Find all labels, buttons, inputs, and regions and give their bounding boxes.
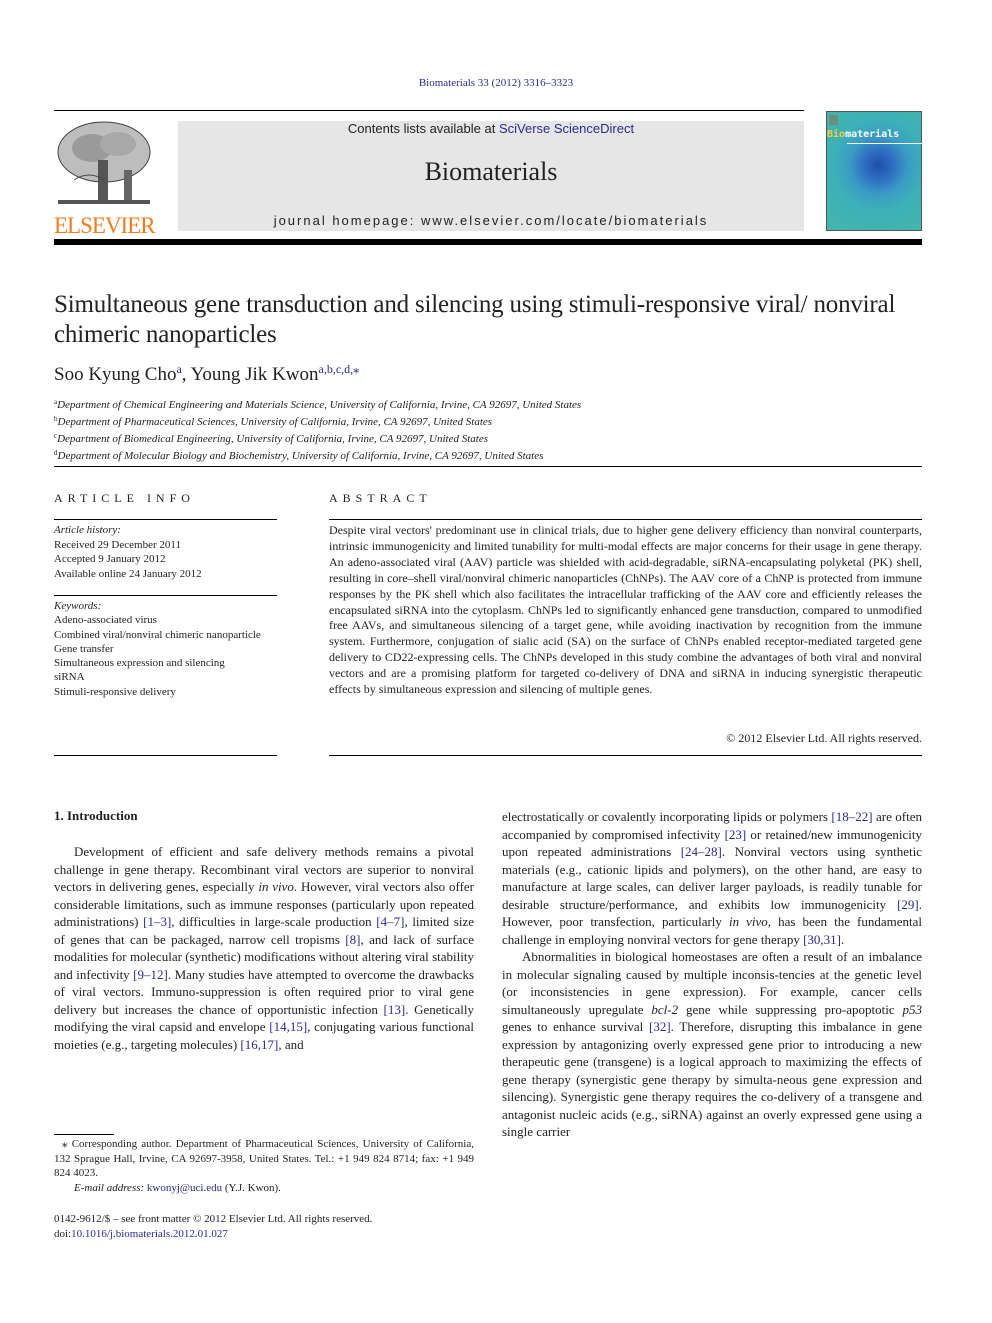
article-history: Article history: Received 29 December 20… — [54, 523, 202, 581]
author-name: Young Jik Kwon — [190, 364, 319, 385]
reference-link[interactable]: [16,17] — [240, 1037, 278, 1052]
journal-citation-link[interactable]: Biomaterials 33 (2012) 3316–3323 — [0, 77, 992, 89]
front-matter: 0142-9612/$ – see front matter © 2012 El… — [54, 1212, 372, 1241]
affiliation: aDepartment of Chemical Engineering and … — [54, 398, 582, 411]
journal-title[interactable]: Biomaterials — [178, 157, 804, 187]
keywords: Keywords: Adeno-associated virus Combine… — [54, 599, 277, 699]
journal-cover-image[interactable]: Biomaterials — [826, 111, 923, 231]
italic-term: in vivo — [258, 879, 294, 894]
journal-banner: Contents lists available at SciVerse Sci… — [178, 121, 804, 231]
history-label: Article history: — [54, 524, 121, 536]
reference-link[interactable]: [13] — [384, 1002, 406, 1017]
abstract-copyright: © 2012 Elsevier Ltd. All rights reserved… — [726, 731, 922, 745]
author-list: Soo Kyung Choa, Young Jik Kwona,b,c,d,⁎ — [54, 362, 360, 385]
history-online: Available online 24 January 2012 — [54, 567, 202, 580]
keyword: Simultaneous expression and silencing — [54, 657, 225, 670]
reference-link[interactable]: [24–28] — [681, 844, 722, 859]
issn-line: 0142-9612/$ – see front matter © 2012 El… — [54, 1213, 373, 1225]
homepage-url-link[interactable]: www.elsevier.com/locate/biomaterials — [421, 213, 708, 228]
reference-link[interactable]: [29] — [897, 897, 919, 912]
cover-publisher-icon — [829, 115, 838, 125]
elsevier-tree-icon — [57, 121, 151, 204]
affiliation-list: aDepartment of Chemical Engineering and … — [54, 395, 581, 463]
body-column-right: electrostatically or covalently incorpor… — [502, 808, 922, 1141]
divider — [54, 110, 804, 111]
journal-homepage: journal homepage: www.elsevier.com/locat… — [178, 213, 804, 228]
divider — [329, 755, 922, 756]
article-info-heading: ARTICLE INFO — [54, 491, 195, 505]
email-line: E-mail address: kwonyj@uci.edu (Y.J. Kwo… — [74, 1181, 281, 1194]
reference-link[interactable]: [32] — [649, 1019, 671, 1034]
italic-term: in vivo — [728, 914, 768, 929]
keyword: Stimuli-responsive delivery — [54, 685, 176, 698]
reference-link[interactable]: [23] — [725, 827, 747, 842]
paragraph: Development of efficient and safe delive… — [54, 844, 475, 1052]
divider — [54, 595, 277, 596]
abstract-heading: ABSTRACT — [329, 491, 432, 505]
abstract-text: Despite viral vectors' predominant use i… — [329, 523, 922, 697]
elsevier-wordmark: ELSEVIER — [54, 213, 156, 238]
reference-link[interactable]: [1–3] — [143, 914, 171, 929]
reference-link[interactable]: [30,31] — [803, 932, 841, 947]
cover-title: Biomaterials — [827, 129, 900, 140]
keywords-label: Keywords: — [54, 600, 102, 612]
affiliation: bDepartment of Pharmaceutical Sciences, … — [54, 415, 493, 428]
affiliation: dDepartment of Molecular Biology and Bio… — [54, 449, 544, 462]
contents-prefix: Contents lists available at — [347, 121, 499, 136]
doi-line: doi:10.1016/j.biomaterials.2012.01.027 — [54, 1227, 228, 1240]
cover-divider — [847, 143, 923, 144]
body-column-left: Development of efficient and safe delive… — [54, 843, 474, 1053]
affiliation: cDepartment of Biomedical Engineering, U… — [54, 432, 488, 445]
divider — [54, 755, 277, 756]
doi-link[interactable]: 10.1016/j.biomaterials.2012.01.027 — [71, 1228, 228, 1240]
divider — [329, 519, 922, 520]
keyword: Gene transfer — [54, 642, 114, 655]
reference-link[interactable]: [4–7] — [376, 914, 404, 929]
contents-line: Contents lists available at SciVerse Sci… — [178, 121, 804, 136]
homepage-prefix: journal homepage: — [273, 213, 421, 228]
keyword: Adeno-associated virus — [54, 614, 157, 627]
paragraph: electrostatically or covalently incorpor… — [502, 809, 923, 947]
email-link[interactable]: kwonyj@uci.edu — [147, 1182, 222, 1194]
divider — [54, 519, 277, 520]
reference-link[interactable]: [14,15] — [269, 1019, 307, 1034]
footnote-divider — [54, 1134, 114, 1135]
keyword: siRNA — [54, 671, 85, 684]
italic-term: bcl-2 — [651, 1001, 679, 1017]
header-divider — [54, 239, 922, 245]
history-accepted: Accepted 9 January 2012 — [54, 553, 166, 565]
sciencedirect-link[interactable]: SciVerse ScienceDirect — [499, 121, 634, 136]
paragraph: Abnormalities in biological homeostases … — [502, 949, 923, 1139]
author-affiliation-link[interactable]: a,b,c,d,⁎ — [319, 362, 360, 376]
history-received: Received 29 December 2011 — [54, 538, 181, 551]
keyword: Combined viral/nonviral chimeric nanopar… — [54, 628, 261, 641]
author-name: Soo Kyung Cho — [54, 364, 177, 385]
article-title: Simultaneous gene transduction and silen… — [54, 291, 896, 348]
reference-link[interactable]: [9–12] — [133, 967, 168, 982]
elsevier-logo[interactable]: ELSEVIER — [54, 120, 156, 237]
section-heading-introduction: 1. Introduction — [54, 808, 138, 823]
footnote: ⁎ Corresponding author. Department of Ph… — [54, 1137, 474, 1195]
divider — [54, 466, 922, 467]
reference-link[interactable]: [8] — [345, 932, 360, 947]
reference-link[interactable]: [18–22] — [831, 809, 872, 824]
italic-term: p53 — [902, 1001, 923, 1017]
corresponding-author-note: ⁎ Corresponding author. Department of Ph… — [54, 1138, 474, 1179]
